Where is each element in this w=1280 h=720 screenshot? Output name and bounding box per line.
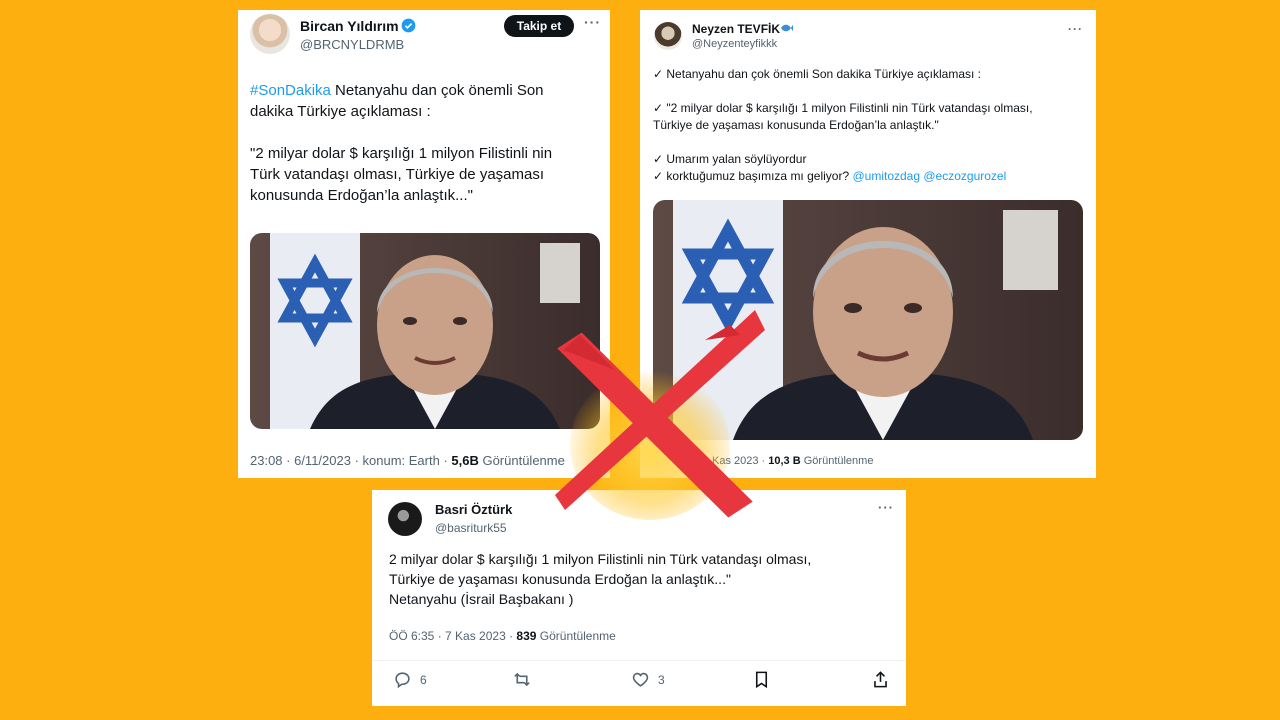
author-handle[interactable]: @BRCNYLDRMB xyxy=(300,37,404,52)
more-options-icon[interactable]: ··· xyxy=(584,14,601,30)
tweet-photo[interactable] xyxy=(250,233,600,429)
follow-button[interactable]: Takip et xyxy=(504,15,574,37)
retweet-icon xyxy=(514,672,530,687)
portrait-image xyxy=(250,233,600,429)
author-handle[interactable]: @Neyzenteyfikkk xyxy=(692,38,777,50)
divider xyxy=(372,660,906,661)
like-count: 3 xyxy=(658,672,665,687)
reply-icon xyxy=(395,672,410,689)
share-icon xyxy=(874,671,887,688)
tweet-text: 2 milyar dolar $ karşılığı 1 milyon Fili… xyxy=(389,551,812,607)
tweet-meta: ÖÖ 6:35 · 7 Kas 2023 · 839 Görüntülenme xyxy=(389,629,616,643)
avatar[interactable] xyxy=(250,14,290,54)
author-name[interactable]: Basri Öztürk xyxy=(435,502,512,517)
hashtag-link[interactable]: #SonDakika xyxy=(250,82,331,99)
tweet-text: #SonDakika Netanyahu dan çok önemli Son … xyxy=(250,82,553,204)
heart-icon xyxy=(632,672,649,687)
author-handle[interactable]: @basriturk55 xyxy=(435,521,507,535)
more-options-icon[interactable]: ··· xyxy=(1068,22,1083,36)
share-button[interactable] xyxy=(872,670,889,689)
false-claim-cross-icon xyxy=(555,305,765,525)
avatar[interactable] xyxy=(654,22,682,50)
mention-link[interactable]: @umitozdag xyxy=(852,169,920,183)
bookmark-icon xyxy=(755,671,768,689)
verified-badge-icon xyxy=(401,18,416,33)
tweet-text: ✓ Netanyahu dan çok önemli Son dakika Tü… xyxy=(653,67,1033,183)
tweet-meta: 23:08 · 6/11/2023 · konum: Earth · 5,6B … xyxy=(250,453,565,468)
cross-mark xyxy=(555,310,765,520)
author-name[interactable]: Neyzen TEVFİK xyxy=(692,22,780,36)
fish-emoji-icon xyxy=(781,24,793,32)
avatar[interactable] xyxy=(388,502,422,536)
author-name[interactable]: Bircan Yıldırım xyxy=(300,18,399,34)
mention-link[interactable]: @eczozgurozel xyxy=(923,169,1006,183)
bookmark-button[interactable] xyxy=(753,670,770,689)
like-button[interactable]: 3 xyxy=(631,670,665,689)
reply-button[interactable]: 6 xyxy=(393,670,427,689)
more-options-icon[interactable]: ··· xyxy=(878,500,894,515)
reply-count: 6 xyxy=(420,672,427,687)
retweet-button[interactable] xyxy=(512,670,532,689)
